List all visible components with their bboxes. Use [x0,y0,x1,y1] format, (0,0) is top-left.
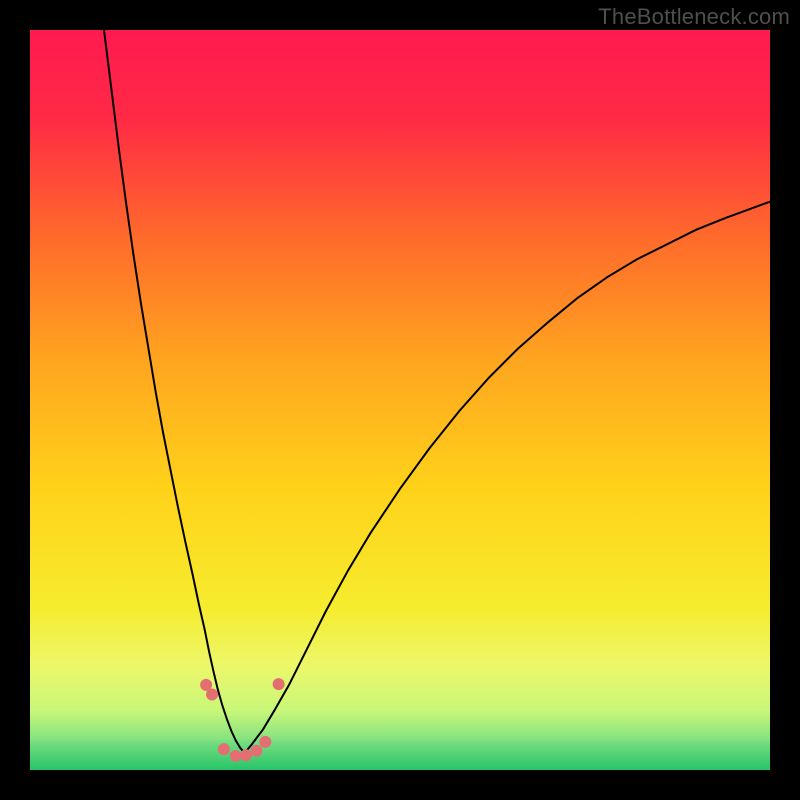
watermark-text: TheBottleneck.com [598,4,790,30]
trough-marker [230,750,242,762]
trough-marker [259,736,271,748]
green-band [30,740,770,770]
trough-marker [250,745,262,757]
trough-marker [218,743,230,755]
chart-plot [30,30,770,770]
trough-marker [240,749,252,761]
trough-marker [206,689,218,701]
trough-marker [273,678,285,690]
gradient-background [30,30,770,770]
